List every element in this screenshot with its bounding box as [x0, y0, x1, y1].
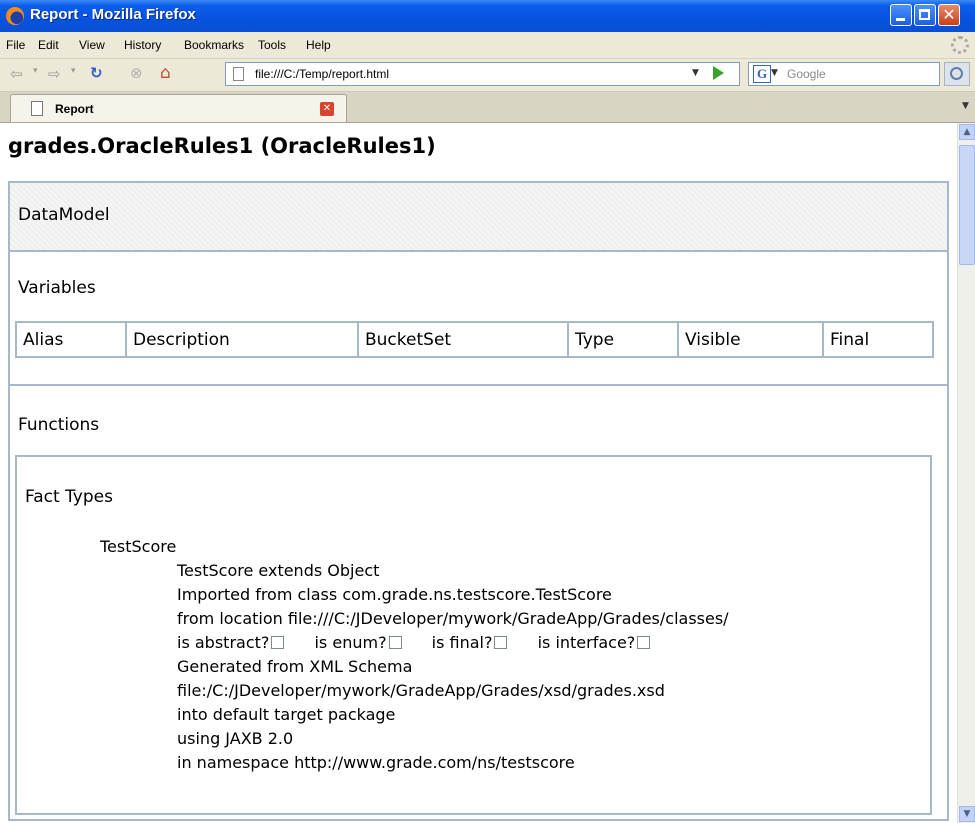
scroll-up-icon[interactable]: ▲: [959, 124, 975, 140]
flag-interface-label: is interface?: [537, 633, 636, 652]
document-icon: [31, 101, 43, 116]
menu-tools[interactable]: Tools: [258, 38, 286, 52]
fact-types-panel: Fact Types TestScore TestScore extends O…: [15, 455, 932, 815]
stop-icon[interactable]: ⊗: [130, 64, 143, 82]
close-tab-icon[interactable]: ✕: [320, 102, 334, 116]
url-text[interactable]: file:///C:/Temp/report.html: [255, 67, 389, 81]
search-engine-dropdown-icon[interactable]: ▼: [771, 68, 778, 78]
fact-package: into default target package: [177, 705, 396, 724]
forward-history-icon[interactable]: ▾: [71, 66, 76, 76]
minimize-button[interactable]: [890, 4, 912, 26]
fact-name: TestScore: [100, 537, 177, 556]
firefox-icon: [6, 7, 24, 25]
scroll-thumb[interactable]: [959, 145, 975, 265]
close-button[interactable]: ✕: [938, 4, 960, 26]
tab-label: Report: [55, 102, 94, 116]
fact-location: from location file:///C:/JDeveloper/mywo…: [177, 609, 729, 628]
fact-imported: Imported from class com.grade.ns.testsco…: [177, 585, 612, 604]
menu-bookmarks[interactable]: Bookmarks: [184, 38, 244, 52]
url-dropdown-icon[interactable]: ▼: [692, 68, 699, 78]
search-box[interactable]: G ▼ Google: [748, 62, 940, 86]
divider: [10, 384, 947, 386]
abstract-checkbox[interactable]: [271, 636, 285, 649]
google-engine-icon[interactable]: G: [753, 65, 771, 83]
fact-namespace: in namespace http://www.grade.com/ns/tes…: [177, 753, 575, 772]
fact-jaxb: using JAXB 2.0: [177, 729, 294, 748]
interface-checkbox[interactable]: [637, 636, 651, 649]
page-content: grades.OracleRules1 (OracleRules1) DataM…: [0, 123, 957, 823]
forward-icon[interactable]: ⇨: [48, 65, 61, 83]
fact-xsd: file:/C:/JDeveloper/mywork/GradeApp/Grad…: [177, 681, 665, 700]
fact-extends: TestScore extends Object: [177, 561, 380, 580]
fact-flags: is abstract? is enum? is final? is inter…: [177, 633, 652, 652]
column-bucketset: BucketSet: [357, 321, 569, 358]
back-history-icon[interactable]: ▾: [33, 66, 38, 76]
enum-checkbox[interactable]: [388, 636, 402, 649]
go-icon[interactable]: [713, 66, 724, 80]
menu-help[interactable]: Help: [306, 38, 331, 52]
variables-title: Variables: [18, 278, 96, 298]
column-type: Type: [567, 321, 679, 358]
tab-bar: Report ✕ ▼: [0, 92, 975, 123]
column-visible: Visible: [677, 321, 824, 358]
maximize-button[interactable]: [914, 4, 936, 26]
search-button[interactable]: [944, 62, 970, 86]
back-icon[interactable]: ⇦: [10, 65, 23, 83]
fact-generated: Generated from XML Schema: [177, 657, 413, 676]
column-alias: Alias: [15, 321, 127, 358]
final-checkbox[interactable]: [494, 636, 508, 649]
datamodel-table: DataModel Variables Alias Description Bu…: [8, 181, 949, 821]
fact-types-title: Fact Types: [25, 487, 113, 507]
url-bar[interactable]: file:///C:/Temp/report.html ▼: [225, 62, 740, 86]
reload-icon[interactable]: ↻: [90, 64, 103, 82]
menu-view[interactable]: View: [79, 38, 105, 52]
variables-table: Alias Description BucketSet Type Visible…: [15, 321, 934, 358]
menu-edit[interactable]: Edit: [38, 38, 59, 52]
navigation-toolbar: ⇦ ▾ ⇨ ▾ ↻ ⊗ ⌂ file:///C:/Temp/report.htm…: [0, 59, 975, 92]
page-icon: [233, 67, 244, 81]
menu-history[interactable]: History: [124, 38, 161, 52]
window-title: Report - Mozilla Firefox: [30, 6, 196, 23]
flag-abstract-label: is abstract?: [177, 633, 270, 652]
tab-list-dropdown-icon[interactable]: ▼: [962, 101, 969, 111]
functions-title: Functions: [18, 415, 100, 435]
vertical-scrollbar[interactable]: ▲ ▼: [957, 123, 975, 823]
datamodel-header: DataModel: [10, 183, 947, 252]
datamodel-title: DataModel: [18, 205, 110, 225]
flag-enum-label: is enum?: [314, 633, 387, 652]
tab-report[interactable]: Report ✕: [10, 94, 347, 122]
window-titlebar: Report - Mozilla Firefox ✕: [0, 0, 975, 32]
magnifier-icon: [950, 67, 963, 80]
column-description: Description: [125, 321, 359, 358]
flag-final-label: is final?: [431, 633, 493, 652]
scroll-down-icon[interactable]: ▼: [959, 806, 975, 822]
page-title: grades.OracleRules1 (OracleRules1): [8, 134, 436, 158]
column-final: Final: [822, 321, 934, 358]
variables-header-row: Alias Description BucketSet Type Visible…: [15, 321, 934, 358]
home-icon[interactable]: ⌂: [160, 63, 171, 83]
menu-bar: File Edit View History Bookmarks Tools H…: [0, 32, 975, 59]
menu-file[interactable]: File: [6, 38, 25, 52]
search-placeholder[interactable]: Google: [787, 67, 826, 81]
throbber-icon: [951, 36, 969, 54]
